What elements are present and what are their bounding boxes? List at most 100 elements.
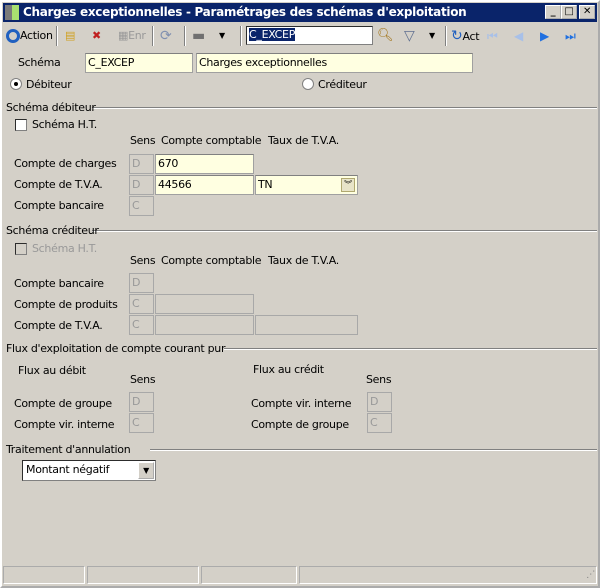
row-label: Compte vir. interne — [14, 418, 115, 431]
col-sens: Sens — [366, 373, 392, 386]
first-record-icon[interactable]: ⏮ — [487, 26, 498, 46]
save-label: Enr — [128, 29, 146, 42]
refresh-act-button[interactable]: ↻Act — [451, 26, 480, 46]
status-panel — [201, 566, 297, 584]
sens-field: D — [129, 392, 154, 412]
row-label: Compte de groupe — [14, 397, 112, 410]
compte-produits-input — [155, 294, 254, 314]
tva-rate-credit-field — [255, 315, 358, 335]
save-button[interactable]: ▦Enr — [118, 26, 146, 46]
sens-field: C — [129, 294, 154, 314]
credit-section-title: Schéma créditeur — [6, 224, 99, 237]
tva-value: TN — [258, 178, 273, 191]
row-label: Compte de charges — [14, 157, 117, 170]
separator — [184, 26, 186, 46]
window — [0, 0, 600, 588]
refresh-icon[interactable]: ⟳ — [160, 26, 172, 46]
annulation-select[interactable]: Montant négatif ▼ — [22, 460, 156, 481]
crediteur-radio[interactable] — [302, 78, 314, 90]
sens-field: C — [129, 315, 154, 335]
maximize-button[interactable]: □ — [561, 5, 577, 19]
annulation-section-title: Traitement d'annulation — [6, 443, 131, 456]
debit-ht-checkbox[interactable] — [15, 119, 27, 131]
row-label: Compte de T.V.A. — [14, 319, 103, 332]
col-tva: Taux de T.V.A. — [268, 134, 340, 147]
col-compte: Compte comptable — [161, 134, 262, 147]
title-bar: Charges exceptionnelles - Paramétrages d… — [3, 3, 597, 22]
search-icon[interactable]: 🔍︎ — [377, 26, 394, 46]
separator — [445, 26, 447, 46]
divider — [150, 449, 597, 451]
flux-debit-title: Flux au débit — [18, 364, 86, 377]
debiteur-radio[interactable] — [10, 78, 22, 90]
separator — [152, 26, 154, 46]
flux-section-title: Flux d'exploitation de compte courant pu… — [6, 342, 226, 355]
app-icon — [5, 5, 19, 20]
status-panel — [87, 566, 199, 584]
minimize-button[interactable]: _ — [545, 5, 561, 19]
row-label: Compte bancaire — [14, 199, 104, 212]
status-panel — [299, 566, 597, 584]
chevron-down-icon[interactable]: ︾ — [341, 178, 355, 192]
row-label: Compte de groupe — [251, 418, 349, 431]
credit-ht-label: Schéma H.T. — [32, 242, 97, 255]
refresh-act-icon: ↻ — [451, 28, 463, 44]
row-label: Compte de T.V.A. — [14, 178, 103, 191]
col-compte: Compte comptable — [161, 254, 262, 267]
act-label: Act — [462, 30, 480, 43]
action-label: Action — [20, 29, 53, 42]
row-label: Compte bancaire — [14, 277, 104, 290]
new-icon[interactable]: ▤ — [65, 26, 75, 46]
sens-field: D — [129, 175, 154, 195]
status-panel — [3, 566, 85, 584]
compte-tva-input[interactable]: 44566 — [155, 175, 254, 195]
compte-tva-credit-input — [155, 315, 254, 335]
sens-field: C — [367, 413, 392, 433]
debit-section-title: Schéma débiteur — [6, 101, 96, 114]
credit-ht-checkbox[interactable] — [15, 243, 27, 255]
flux-credit-title: Flux au crédit — [253, 363, 324, 376]
action-button[interactable]: Action — [6, 26, 53, 46]
filter-dropdown-icon[interactable]: ▼ — [429, 26, 435, 46]
col-sens: Sens — [130, 254, 156, 267]
tva-rate-select[interactable]: TN ︾ — [255, 175, 358, 195]
debit-ht-label: Schéma H.T. — [32, 118, 97, 131]
debiteur-label: Débiteur — [26, 78, 72, 91]
window-title: Charges exceptionnelles - Paramétrages d… — [23, 5, 467, 19]
row-label: Compte vir. interne — [251, 397, 352, 410]
filter-icon[interactable]: ▽ — [404, 26, 415, 46]
col-tva: Taux de T.V.A. — [268, 254, 340, 267]
previous-record-icon[interactable]: ◀ — [514, 26, 523, 46]
sens-field: D — [129, 273, 154, 293]
sens-field: C — [129, 413, 154, 433]
delete-icon[interactable]: ✖ — [92, 26, 101, 46]
separator — [56, 26, 58, 46]
divider — [224, 348, 597, 350]
annulation-value: Montant négatif — [26, 463, 110, 476]
status-bar: ⋰ — [3, 566, 597, 584]
compte-charges-input[interactable]: 670 — [155, 154, 254, 174]
chevron-down-icon[interactable]: ▼ — [138, 462, 154, 479]
divider — [92, 107, 597, 109]
print-dropdown-icon[interactable]: ▼ — [219, 26, 225, 46]
print-icon[interactable]: ▬ — [192, 26, 205, 46]
separator — [240, 26, 242, 46]
schema-code-input[interactable]: C_EXCEP — [85, 53, 193, 73]
row-label: Compte de produits — [14, 298, 118, 311]
sens-field: C — [129, 196, 154, 216]
last-record-icon[interactable]: ⏭ — [565, 26, 576, 46]
divider — [92, 230, 597, 232]
schema-description-input[interactable]: Charges exceptionnelles — [196, 53, 473, 73]
search-input[interactable]: C_EXCEP — [246, 26, 373, 45]
crediteur-label: Créditeur — [318, 78, 367, 91]
next-record-icon[interactable]: ▶ — [540, 26, 549, 46]
col-sens: Sens — [130, 134, 156, 147]
close-button[interactable]: ✕ — [579, 5, 595, 19]
col-sens: Sens — [130, 373, 156, 386]
resize-grip-icon[interactable]: ⋰ — [586, 570, 595, 580]
sens-field: D — [129, 154, 154, 174]
search-value: C_EXCEP — [249, 28, 296, 41]
sens-field: D — [367, 392, 392, 412]
schema-label: Schéma — [18, 56, 61, 69]
action-icon — [6, 29, 20, 43]
